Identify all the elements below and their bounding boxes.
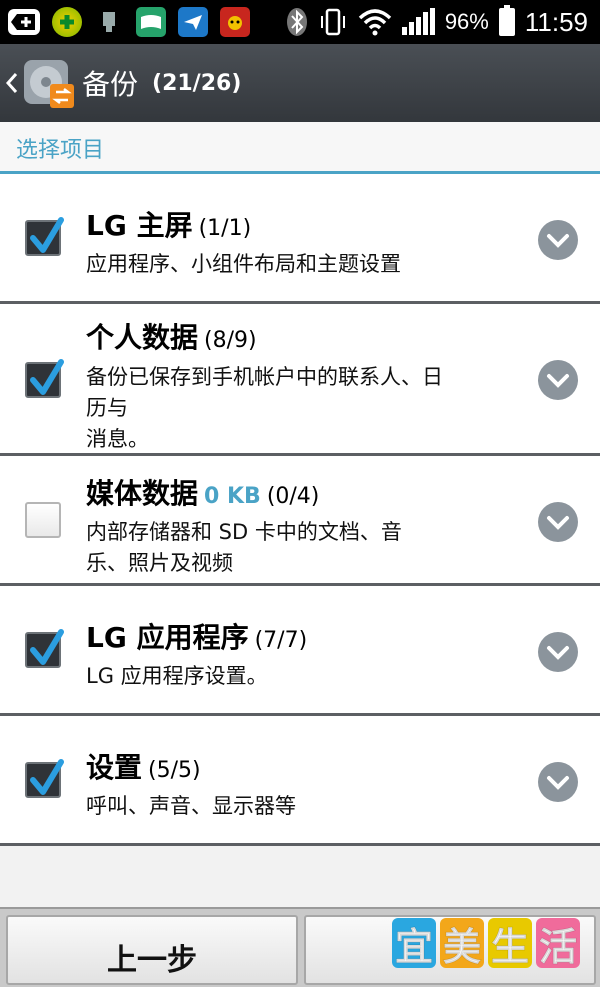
bird-icon — [178, 7, 208, 37]
checkbox-checked[interactable] — [25, 759, 64, 798]
chevron-down-icon — [547, 516, 569, 530]
checkbox-checked[interactable] — [25, 359, 64, 398]
previous-button[interactable]: 上一步 — [6, 915, 298, 985]
item-title: 个人数据 (8/9) — [86, 321, 257, 354]
battery-icon — [498, 5, 515, 36]
signal-icon — [401, 8, 435, 35]
app-icon-book — [136, 7, 166, 37]
expand-button[interactable] — [538, 220, 578, 260]
checkbox-checked[interactable] — [25, 217, 64, 256]
app-icon-red — [220, 7, 250, 37]
list-item-lg-apps[interactable]: LG 应用程序 (7/7) LG 应用程序设置。 — [0, 586, 600, 716]
list-item-personal-data[interactable]: 个人数据 (8/9) 备份已保存到手机帐户中的联系人、日 历与 消息。 — [0, 304, 600, 456]
list-item-settings[interactable]: 设置 (5/5) 呼叫、声音、显示器等 — [0, 716, 600, 846]
chevron-down-icon — [547, 234, 569, 248]
watermark-char: 美 — [440, 918, 484, 969]
checkmark-icon — [30, 759, 64, 795]
action-bar: 备份 (21/26) — [0, 44, 600, 122]
list-item-media-data[interactable]: 媒体数据 0 KB (0/4) 内部存储器和 SD 卡中的文档、音 乐、照片及视频 — [0, 456, 600, 586]
watermark-logo: 宜 美 生 活 — [392, 918, 580, 969]
clock: 11:59 — [524, 6, 588, 37]
item-title: 设置 (5/5) — [86, 751, 201, 784]
wifi-icon — [358, 9, 392, 36]
expand-button[interactable] — [538, 762, 578, 802]
usb-icon — [94, 7, 124, 37]
checkbox-unchecked[interactable] — [25, 502, 61, 538]
checkmark-icon — [30, 629, 64, 665]
item-title: LG 主屏 (1/1) — [86, 209, 252, 242]
watermark-char: 生 — [488, 918, 532, 969]
page-title: 备份 — [82, 68, 139, 101]
back-chevron-icon[interactable] — [2, 63, 22, 103]
list-item-lg-home[interactable]: LG 主屏 (1/1) 应用程序、小组件布局和主题设置 — [0, 174, 600, 304]
system-icons: 96% 11:59 — [286, 5, 600, 38]
backup-app-icon[interactable] — [22, 56, 76, 110]
chevron-down-icon — [547, 374, 569, 388]
section-header: 选择项目 — [0, 122, 600, 174]
expand-button[interactable] — [538, 632, 578, 672]
expand-button[interactable] — [538, 502, 578, 542]
section-title: 选择项目 — [16, 138, 105, 163]
chevron-down-icon — [547, 776, 569, 790]
item-description: 应用程序、小组件布局和主题设置 — [86, 252, 401, 276]
chevron-down-icon — [547, 646, 569, 660]
item-description: 备份已保存到手机帐户中的联系人、日 历与 消息。 — [86, 365, 443, 451]
checkmark-icon — [30, 217, 64, 253]
expand-button[interactable] — [538, 360, 578, 400]
status-bar: 96% 11:59 — [0, 0, 600, 44]
checkmark-icon — [30, 359, 64, 395]
item-description: LG 应用程序设置。 — [86, 664, 268, 688]
bluetooth-icon — [286, 8, 307, 36]
watermark-char: 宜 — [392, 918, 436, 969]
item-description: 内部存储器和 SD 卡中的文档、音 乐、照片及视频 — [86, 520, 402, 575]
selection-count: (21/26) — [152, 70, 242, 96]
watermark-char: 活 — [536, 918, 580, 969]
vibrate-icon — [320, 8, 345, 36]
add-icon — [8, 9, 40, 35]
battery-percent: 96% — [444, 9, 489, 34]
item-description: 呼叫、声音、显示器等 — [86, 794, 296, 818]
notification-icons — [0, 7, 250, 37]
checkbox-checked[interactable] — [25, 629, 64, 668]
item-title: LG 应用程序 (7/7) — [86, 621, 308, 654]
app-icon-green — [52, 7, 82, 37]
item-title: 媒体数据 0 KB (0/4) — [86, 477, 320, 510]
